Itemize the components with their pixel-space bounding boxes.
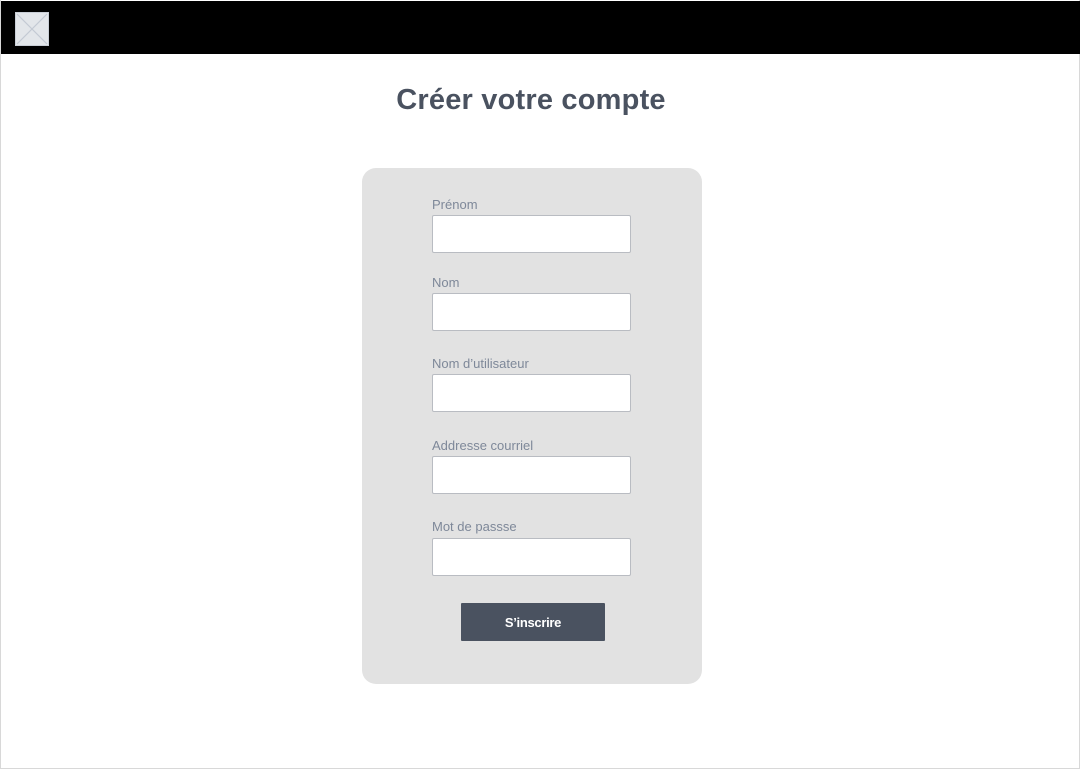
email-field[interactable] (432, 456, 631, 494)
broken-image-icon[interactable] (15, 12, 49, 46)
signup-button[interactable]: S’inscrire (461, 603, 605, 641)
top-bar (1, 1, 1080, 54)
password-field[interactable] (432, 538, 631, 576)
last-name-label: Nom (432, 275, 460, 290)
email-label: Addresse courriel (432, 438, 534, 453)
signup-form: Prénom Nom Nom d’utilisateur Addresse co… (362, 168, 702, 684)
password-label: Mot de passse (432, 519, 517, 534)
page: Créer votre compte Prénom Nom Nom d’util… (0, 0, 1080, 769)
username-label: Nom d’utilisateur (432, 356, 529, 371)
first-name-label: Prénom (432, 197, 478, 212)
page-title: Créer votre compte (396, 84, 666, 116)
first-name-field[interactable] (432, 215, 631, 253)
username-field[interactable] (432, 374, 631, 412)
last-name-field[interactable] (432, 293, 631, 331)
